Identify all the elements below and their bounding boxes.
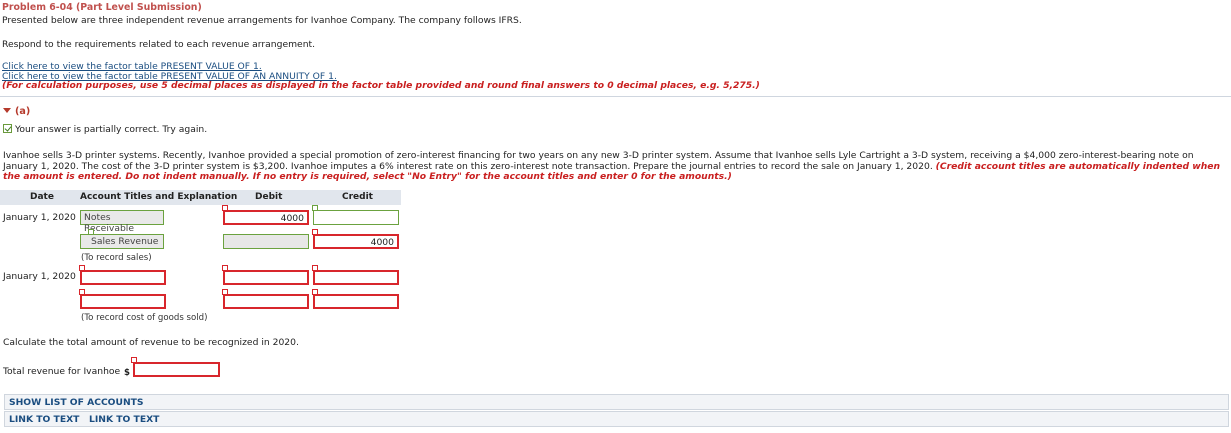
show-accounts-bar: SHOW LIST OF ACCOUNTS — [4, 394, 1229, 410]
header-debit: Debit — [255, 192, 283, 202]
entry2-row1-debit[interactable] — [223, 270, 309, 285]
header-date: Date — [30, 192, 54, 202]
entry1-memo: (To record sales) — [81, 253, 152, 263]
part-a-question: Ivanhoe sells 3-D printer systems. Recen… — [3, 150, 1225, 183]
entry2-date: January 1, 2020 — [3, 271, 76, 282]
entry2-row2-credit[interactable] — [313, 294, 399, 309]
part-a-label: (a) — [15, 106, 31, 117]
total-revenue-input[interactable] — [133, 362, 220, 377]
total-revenue-label: Total revenue for Ivanhoe — [3, 366, 121, 377]
problem-intro: Presented below are three independent re… — [2, 15, 522, 26]
entry1-row2-account[interactable]: Sales Revenue — [80, 234, 164, 249]
problem-respond: Respond to the requirements related to e… — [2, 39, 316, 50]
entry1-row2-debit[interactable] — [223, 234, 309, 249]
entry1-row1-credit[interactable] — [313, 210, 399, 225]
calculation-note: (For calculation purposes, use 5 decimal… — [2, 80, 760, 91]
answer-status-text: Your answer is partially correct. Try ag… — [15, 124, 208, 135]
entry2-row2-account[interactable] — [80, 294, 166, 309]
entry2-row1-account[interactable] — [80, 270, 166, 285]
entry1-row1-debit[interactable]: 4000 — [223, 210, 309, 225]
answer-status: Your answer is partially correct. Try ag… — [3, 124, 207, 135]
entry1-row2-credit[interactable]: 4000 — [313, 234, 399, 249]
calc-prompt: Calculate the total amount of revenue to… — [3, 337, 299, 348]
link-to-text-bar: LINK TO TEXT LINK TO TEXT — [4, 411, 1229, 427]
currency-sign: $ — [124, 368, 130, 378]
partial-check-icon — [3, 124, 12, 133]
section-divider — [0, 96, 1231, 97]
entry2-row1-credit[interactable] — [313, 270, 399, 285]
link-to-text-1[interactable]: LINK TO TEXT — [9, 414, 79, 425]
problem-title: Problem 6-04 (Part Level Submission) — [2, 2, 202, 13]
collapse-triangle-icon — [3, 108, 11, 113]
part-a-header[interactable]: (a) — [3, 106, 30, 117]
header-credit: Credit — [342, 192, 373, 202]
entry1-date: January 1, 2020 — [3, 212, 76, 223]
entry2-row2-debit[interactable] — [223, 294, 309, 309]
link-to-text-2[interactable]: LINK TO TEXT — [89, 414, 159, 425]
header-account: Account Titles and Explanation — [80, 192, 238, 202]
journal-table-header: Date Account Titles and Explanation Debi… — [0, 190, 401, 205]
entry1-row1-account[interactable]: Notes Receivable — [80, 210, 164, 234]
entry2-memo: (To record cost of goods sold) — [81, 313, 208, 323]
show-list-of-accounts-link[interactable]: SHOW LIST OF ACCOUNTS — [9, 397, 144, 408]
